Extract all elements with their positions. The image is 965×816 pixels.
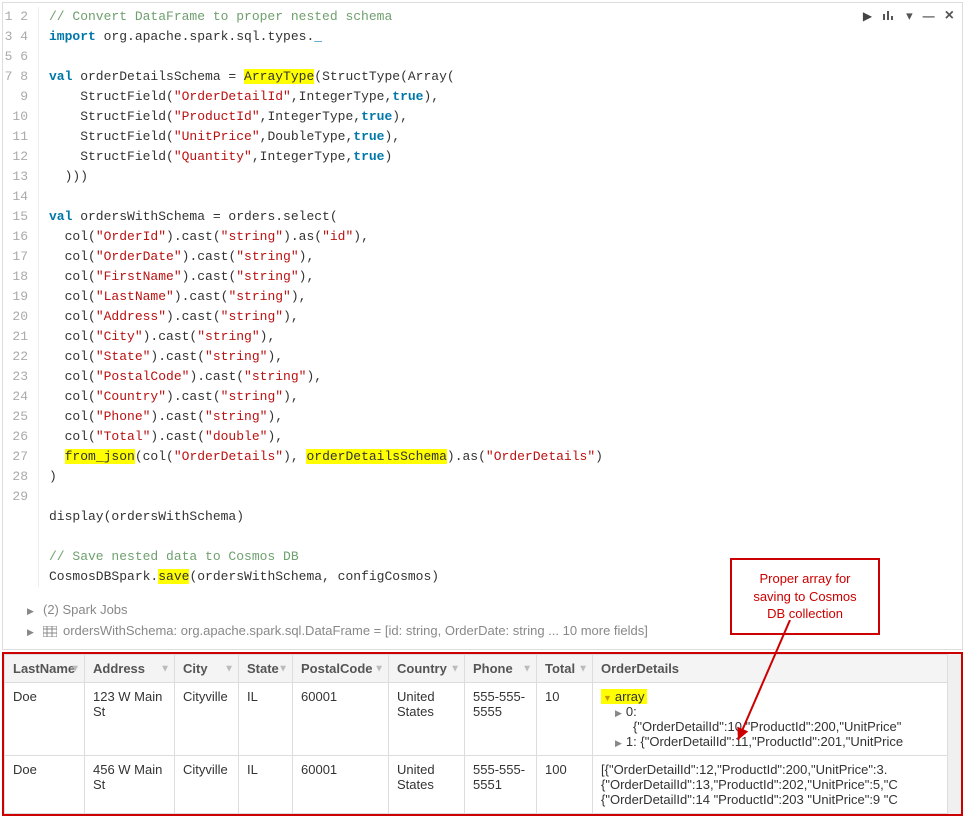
run-icon[interactable] [863, 9, 872, 23]
array-toggle[interactable]: array [601, 689, 647, 704]
col-country[interactable]: Country [389, 655, 465, 683]
cell-lastname: Doe [5, 683, 85, 756]
table-icon [43, 623, 57, 638]
cell-orderdetails[interactable]: array 0: {"OrderDetailId":10,"ProductId"… [593, 683, 961, 756]
cell-city: Cityville [175, 756, 239, 814]
minimize-icon[interactable] [923, 9, 935, 23]
sort-icon[interactable] [70, 663, 80, 674]
cell-total: 100 [537, 756, 593, 814]
notebook-cell: 1 2 3 4 5 6 7 8 9 10 11 12 13 14 15 16 1… [2, 2, 963, 650]
cell-lastname: Doe [5, 756, 85, 814]
cell-country: United States [389, 683, 465, 756]
col-total[interactable]: Total [537, 655, 593, 683]
bar-chart-icon[interactable] [882, 9, 896, 24]
cell-country: United States [389, 756, 465, 814]
line-gutter: 1 2 3 4 5 6 7 8 9 10 11 12 13 14 15 16 1… [3, 7, 39, 587]
cell-orderdetails[interactable]: [{"OrderDetailId":12,"ProductId":200,"Un… [593, 756, 961, 814]
code-content: // Convert DataFrame to proper nested sc… [39, 7, 962, 587]
cell-postalcode: 60001 [293, 683, 389, 756]
col-orderdetails[interactable]: OrderDetails [593, 655, 961, 683]
col-postalcode[interactable]: PostalCode [293, 655, 389, 683]
cell-city: Cityville [175, 683, 239, 756]
cell-phone: 555-555-5555 [465, 683, 537, 756]
table-header-row: LastName Address City State PostalCode C… [5, 655, 961, 683]
col-address[interactable]: Address [85, 655, 175, 683]
cell-address: 456 W Main St [85, 756, 175, 814]
sort-icon[interactable] [522, 663, 532, 674]
expand-icon[interactable] [27, 602, 37, 617]
sort-icon[interactable] [278, 663, 288, 674]
sort-icon[interactable] [224, 663, 234, 674]
expand-icon[interactable] [27, 623, 37, 638]
result-table: LastName Address City State PostalCode C… [4, 654, 961, 814]
expand-icon[interactable] [615, 704, 626, 719]
chevron-down-icon[interactable] [906, 8, 913, 24]
code-editor[interactable]: 1 2 3 4 5 6 7 8 9 10 11 12 13 14 15 16 1… [3, 3, 962, 593]
sort-icon[interactable] [374, 663, 384, 674]
cell-state: IL [239, 683, 293, 756]
expand-icon[interactable] [615, 734, 626, 749]
cell-toolbar [863, 7, 954, 25]
cell-total: 10 [537, 683, 593, 756]
table-row: Doe 456 W Main St Cityville IL 60001 Uni… [5, 756, 961, 814]
col-state[interactable]: State [239, 655, 293, 683]
sort-icon[interactable] [160, 663, 170, 674]
col-city[interactable]: City [175, 655, 239, 683]
sort-icon[interactable] [578, 663, 588, 674]
vertical-scrollbar[interactable] [947, 654, 961, 814]
col-phone[interactable]: Phone [465, 655, 537, 683]
annotation-callout: Proper array for saving to Cosmos DB col… [730, 558, 880, 635]
cell-address: 123 W Main St [85, 683, 175, 756]
cell-postalcode: 60001 [293, 756, 389, 814]
result-table-wrap: LastName Address City State PostalCode C… [2, 652, 963, 816]
close-icon[interactable] [945, 7, 954, 25]
cell-state: IL [239, 756, 293, 814]
table-row: Doe 123 W Main St Cityville IL 60001 Uni… [5, 683, 961, 756]
col-lastname[interactable]: LastName [5, 655, 85, 683]
cell-phone: 555-555-5551 [465, 756, 537, 814]
sort-icon[interactable] [450, 663, 460, 674]
